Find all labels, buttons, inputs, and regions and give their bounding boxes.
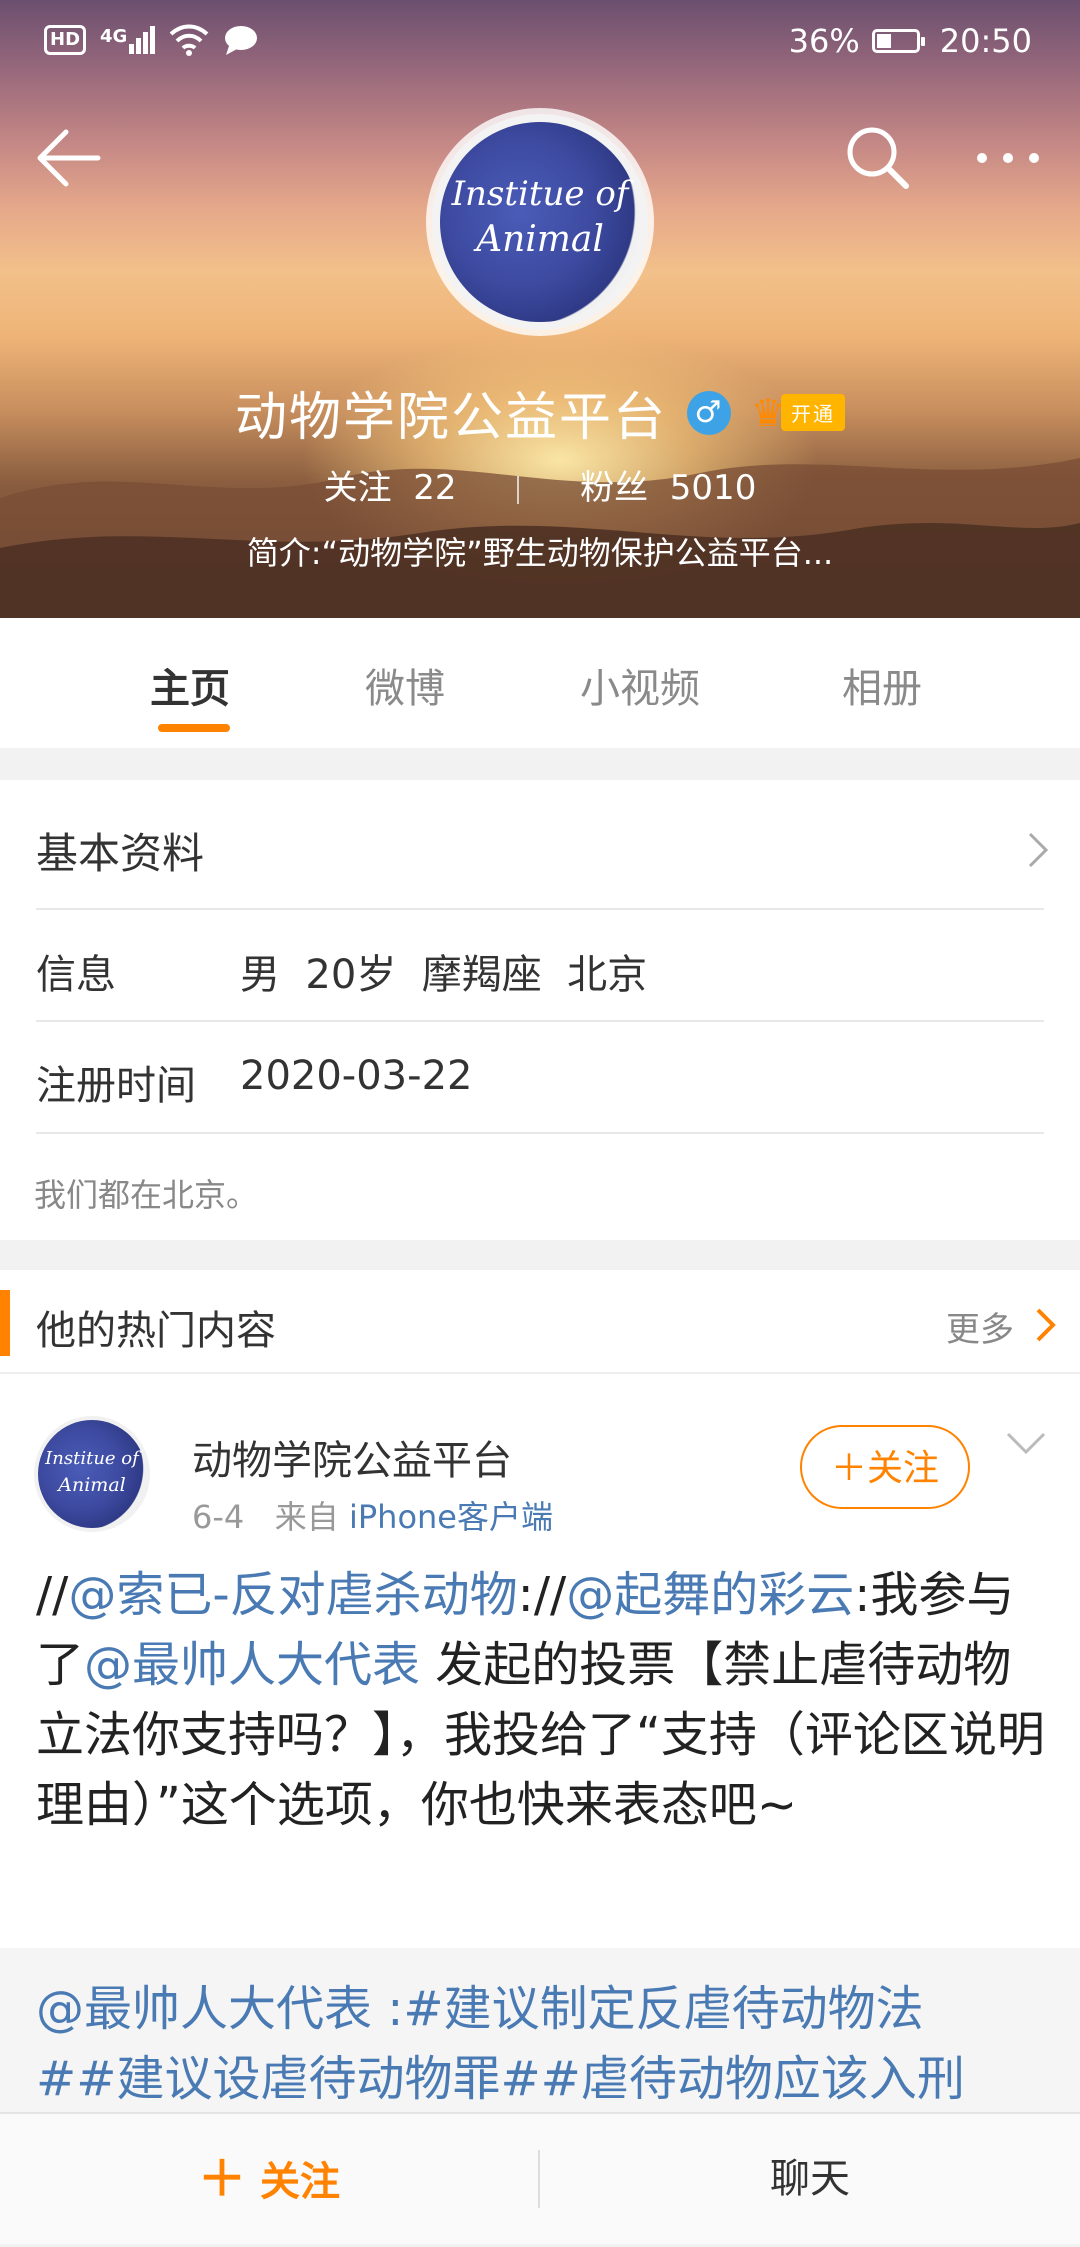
- basic-info-title[interactable]: 基本资料: [36, 820, 204, 881]
- post-body[interactable]: //@索已-反对虐杀动物://@起舞的彩云:我参与了@最帅人大代表 发起的投票【…: [36, 1560, 1046, 1840]
- bottom-follow-button[interactable]: ＋ 关注: [0, 2114, 538, 2244]
- tab-short-video[interactable]: 小视频: [580, 656, 700, 714]
- vip-open-label: 开通: [781, 394, 846, 431]
- post-author-name[interactable]: 动物学院公益平台: [192, 1428, 512, 1486]
- profile-stats: 关注 22 粉丝 5010: [0, 460, 1080, 509]
- avatar-text-line2: Animal: [476, 219, 604, 260]
- register-time-value: 2020-03-22: [240, 1053, 473, 1099]
- network-indicator: 4G: [100, 26, 156, 54]
- hot-content-card: 他的热门内容 更多 Institue of Animal 动物学院公益平台 6-…: [0, 1270, 1080, 2170]
- post-source[interactable]: iPhone客户端: [349, 1498, 553, 1536]
- profile-name-row: 动物学院公益平台 ♂ ♛ 开通: [0, 375, 1080, 450]
- quote-text: @最帅人大代表 :#建议制定反虐待动物法 ##建议设虐待动物罪##虐待动物应该入…: [36, 1974, 1046, 2114]
- post-date: 6-4: [192, 1498, 245, 1536]
- bottom-follow-label: 关注: [259, 2159, 340, 2205]
- divider: [36, 908, 1044, 910]
- avatar-text-line1: Institue of: [451, 174, 629, 214]
- message-icon: [225, 26, 258, 55]
- post-avatar[interactable]: Institue of Animal: [34, 1416, 150, 1532]
- battery-percent: 36%: [788, 22, 860, 60]
- gender-male-icon: ♂: [686, 390, 731, 435]
- tab-home[interactable]: 主页: [150, 656, 230, 714]
- avatar-text-line1: Institue of: [45, 1448, 139, 1469]
- chat-button[interactable]: 聊天: [540, 2114, 1080, 2244]
- stats-divider: [517, 475, 520, 504]
- bottom-action-bar: ＋ 关注 聊天: [0, 2112, 1080, 2244]
- back-arrow-icon[interactable]: [28, 118, 108, 198]
- mention-link[interactable]: @起舞的彩云: [566, 1567, 854, 1623]
- divider: [0, 1372, 1080, 1374]
- followers-stat[interactable]: 粉丝 5010: [580, 468, 756, 508]
- chevron-right-icon[interactable]: [1026, 830, 1050, 870]
- clock: 20:50: [939, 22, 1032, 60]
- hd-badge: HD: [44, 25, 87, 55]
- avatar-text-line2: Animal: [58, 1474, 126, 1496]
- search-icon[interactable]: [838, 118, 918, 198]
- battery-icon: [871, 29, 925, 53]
- post-from-label: 来自: [274, 1498, 339, 1536]
- post-text: //: [36, 1567, 69, 1623]
- profile-note: 我们都在北京。: [34, 1176, 259, 1214]
- divider: [36, 1132, 1044, 1134]
- info-label: 信息: [36, 952, 116, 998]
- post-meta: 6-4 来自 iPhone客户端: [192, 1492, 553, 1538]
- more-link[interactable]: 更多: [946, 1302, 1014, 1351]
- tab-album[interactable]: 相册: [842, 656, 922, 714]
- vip-badge[interactable]: ♛ 开通: [751, 391, 846, 435]
- profile-header: HD 4G 36% 20:50 Institue of Animal 动物学院公…: [0, 0, 1080, 618]
- quote-line: ##建议设虐待动物罪##虐待动物应该入刑: [36, 2051, 965, 2107]
- profile-tabs: 主页 微博 小视频 相册: [0, 618, 1080, 748]
- mention-link[interactable]: @最帅人大代表: [84, 1637, 420, 1693]
- profile-avatar[interactable]: Institue of Animal: [432, 114, 648, 330]
- profile-name: 动物学院公益平台: [234, 388, 667, 448]
- chevron-down-icon[interactable]: [1004, 1428, 1048, 1458]
- chevron-right-icon[interactable]: [1034, 1306, 1058, 1344]
- follow-button[interactable]: ＋关注: [800, 1425, 970, 1509]
- tab-weibo[interactable]: 微博: [365, 656, 445, 714]
- following-stat[interactable]: 关注 22: [324, 468, 457, 508]
- post-text: ://: [517, 1567, 567, 1623]
- wifi-icon: [169, 24, 209, 56]
- more-options-icon[interactable]: [968, 118, 1048, 198]
- status-bar: HD 4G 36% 20:50: [0, 0, 1080, 84]
- mention-link[interactable]: @索已-反对虐杀动物: [68, 1567, 517, 1623]
- hot-content-title: 他的热门内容: [36, 1308, 276, 1354]
- basic-info-card: 基本资料 信息 男 20岁 摩羯座 北京 注册时间 2020-03-22 我们都…: [0, 780, 1080, 1240]
- info-value: 男 20岁 摩羯座 北京: [240, 952, 648, 998]
- register-time-label: 注册时间: [36, 1063, 196, 1109]
- profile-bio[interactable]: 简介:“动物学院”野生动物保护公益平台...: [0, 528, 1080, 574]
- active-tab-indicator: [158, 724, 230, 732]
- divider: [36, 1020, 1044, 1022]
- section-accent-bar: [0, 1290, 10, 1356]
- plus-icon: ＋: [198, 2151, 247, 2207]
- quote-line: @最帅人大代表 :#建议制定反虐待动物法: [36, 1981, 924, 2037]
